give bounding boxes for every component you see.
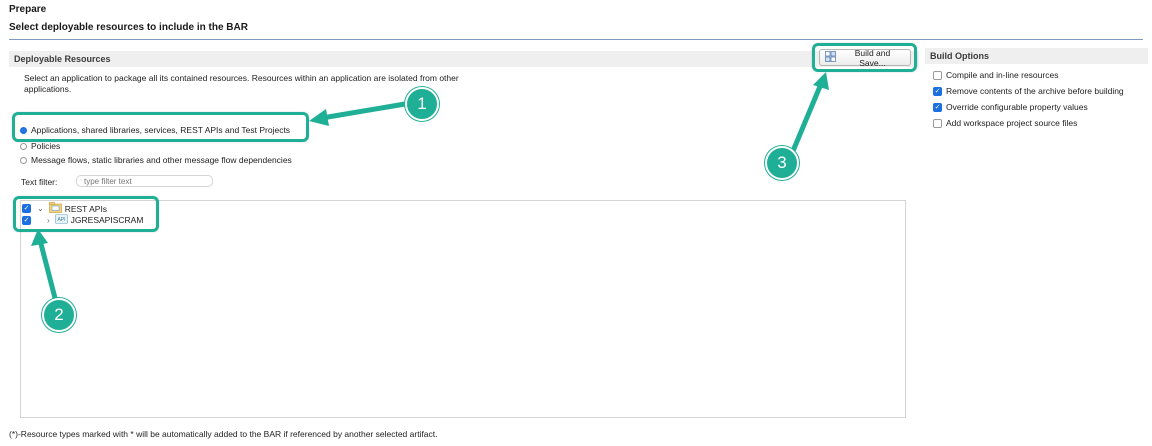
annotation-badge-2: 2 — [42, 298, 76, 332]
annotation-badge-1: 1 — [405, 87, 439, 121]
annotation-badge-3: 3 — [765, 146, 799, 180]
annotation-arrows — [31, 72, 829, 305]
